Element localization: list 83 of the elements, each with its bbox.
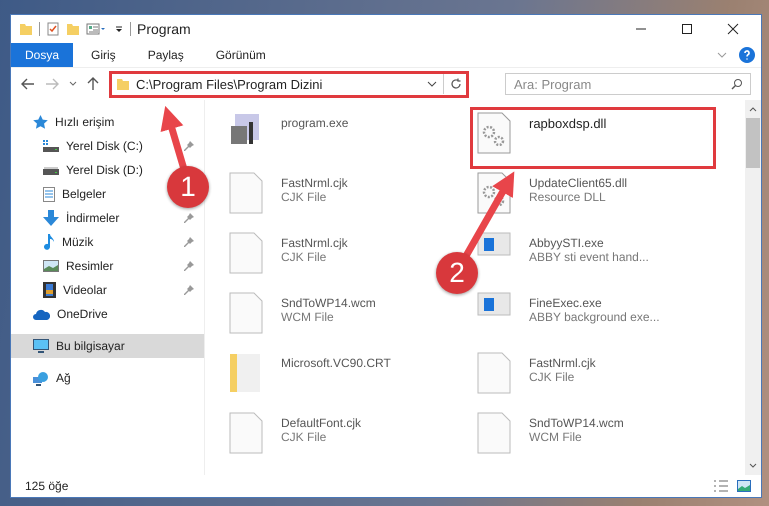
sidebar-label: Belgeler — [62, 187, 106, 201]
scroll-thumb[interactable] — [746, 118, 760, 168]
file-type: WCM File — [281, 310, 335, 324]
drive-icon — [43, 140, 59, 152]
sidebar-label: Ağ — [56, 371, 71, 385]
ribbon-tab[interactable]: Dosya — [11, 43, 74, 67]
sidebar-label: Yerel Disk (C:) — [66, 139, 143, 153]
details-view-icon[interactable] — [713, 480, 729, 492]
refresh-icon[interactable] — [450, 78, 462, 90]
address-path: C:\Program Files\Program Dizini — [136, 76, 324, 92]
file-name[interactable]: FastNrml.cjk — [529, 356, 596, 370]
file-type: CJK File — [281, 250, 328, 264]
pin-icon[interactable] — [184, 261, 194, 271]
scrollbar[interactable] — [745, 100, 761, 475]
film-strip-icon — [43, 282, 56, 298]
large-icons-view-icon[interactable] — [737, 480, 751, 492]
file-name[interactable]: FastNrml.cjk — [281, 236, 348, 250]
scroll-up-icon[interactable] — [749, 106, 757, 112]
checklist-icon[interactable] — [46, 22, 60, 36]
chevron-icon[interactable] — [717, 51, 727, 59]
sidebar-label: Hızlı erişim — [55, 115, 114, 129]
file-type: CJK File — [529, 370, 576, 384]
up-arrow-icon[interactable] — [87, 77, 99, 91]
back-arrow-icon[interactable] — [21, 78, 35, 90]
sidebar-item[interactable]: Ağ — [11, 366, 204, 390]
search-field[interactable]: Ara: Program — [505, 73, 751, 95]
file-type: Resource DLL — [529, 190, 607, 204]
sidebar-label: Videolar — [63, 283, 107, 297]
window-icon[interactable] — [477, 232, 511, 256]
scroll-down-icon[interactable] — [749, 463, 757, 469]
file-name[interactable]: FastNrml.cjk — [281, 176, 348, 190]
sidebar-label: Bu bilgisayar — [56, 339, 125, 353]
window-icon[interactable] — [477, 292, 511, 316]
picture-icon — [43, 260, 59, 272]
file-type: CJK File — [281, 190, 328, 204]
file-name[interactable]: program.exe — [281, 116, 348, 130]
gear-file-icon[interactable] — [477, 112, 511, 154]
sidebar-label: Resimler — [66, 259, 114, 273]
address-bar[interactable]: C:\Program Files\Program Dizini — [109, 70, 469, 98]
file-type: ABBY sti event hand... — [529, 250, 649, 264]
pin-icon[interactable] — [184, 237, 194, 247]
file-name[interactable]: rapboxdsp.dll — [529, 116, 606, 131]
download-arrow-icon — [43, 210, 59, 226]
music-note-icon — [43, 234, 55, 250]
star-icon — [33, 115, 48, 129]
window-title: Program — [137, 21, 191, 37]
file-name[interactable]: SndToWP14.wcm — [529, 416, 624, 430]
close-icon[interactable] — [727, 23, 739, 35]
sidebar-label: Müzik — [62, 235, 94, 249]
file-name[interactable]: AbbyySTI.exe — [529, 236, 649, 250]
file-name[interactable]: FineExec.exe — [529, 296, 660, 310]
pin-icon[interactable] — [184, 285, 194, 295]
document-icon — [43, 186, 55, 202]
sidebar-item[interactable]: Bu bilgisayar — [11, 334, 204, 358]
file-type: WCM File — [529, 430, 583, 444]
network-icon — [33, 370, 49, 386]
help-icon[interactable] — [739, 47, 755, 63]
file-name[interactable]: DefaultFont.cjk — [281, 416, 362, 430]
caret-icon[interactable] — [69, 81, 77, 87]
properties-icon[interactable] — [86, 22, 108, 36]
ribbon-tab[interactable]: Görünüm — [202, 43, 280, 67]
sidebar-item[interactable]: OneDrive — [11, 302, 204, 326]
file-type: CJK File — [281, 430, 328, 444]
ribbon-tab[interactable]: Paylaş — [134, 43, 198, 67]
file-name[interactable]: Microsoft.VC90.CRT — [281, 356, 391, 370]
file-type: ABBY background exe... — [529, 310, 660, 324]
sidebar-label: Yerel Disk (D:) — [66, 163, 143, 177]
pin-icon[interactable] — [184, 213, 194, 223]
pin-icon[interactable] — [184, 141, 194, 151]
caret-icon[interactable] — [427, 80, 437, 88]
sidebar-label: İndirmeler — [66, 211, 120, 225]
folder-icon — [116, 77, 130, 91]
item-count: 125 öğe — [25, 479, 68, 493]
file-name[interactable]: UpdateClient65.dll — [529, 176, 628, 190]
maximize-icon[interactable] — [681, 23, 693, 35]
drive-icon — [43, 164, 59, 176]
computer-icon — [33, 339, 49, 353]
ribbon-tab[interactable]: Giriş — [77, 43, 130, 67]
file-name[interactable]: SndToWP14.wcm — [281, 296, 376, 310]
search-icon[interactable] — [731, 78, 743, 90]
sidebar-label: OneDrive — [57, 307, 108, 321]
sidebar-item[interactable]: Hızlı erişim — [11, 110, 204, 134]
cloud-icon — [33, 308, 50, 320]
